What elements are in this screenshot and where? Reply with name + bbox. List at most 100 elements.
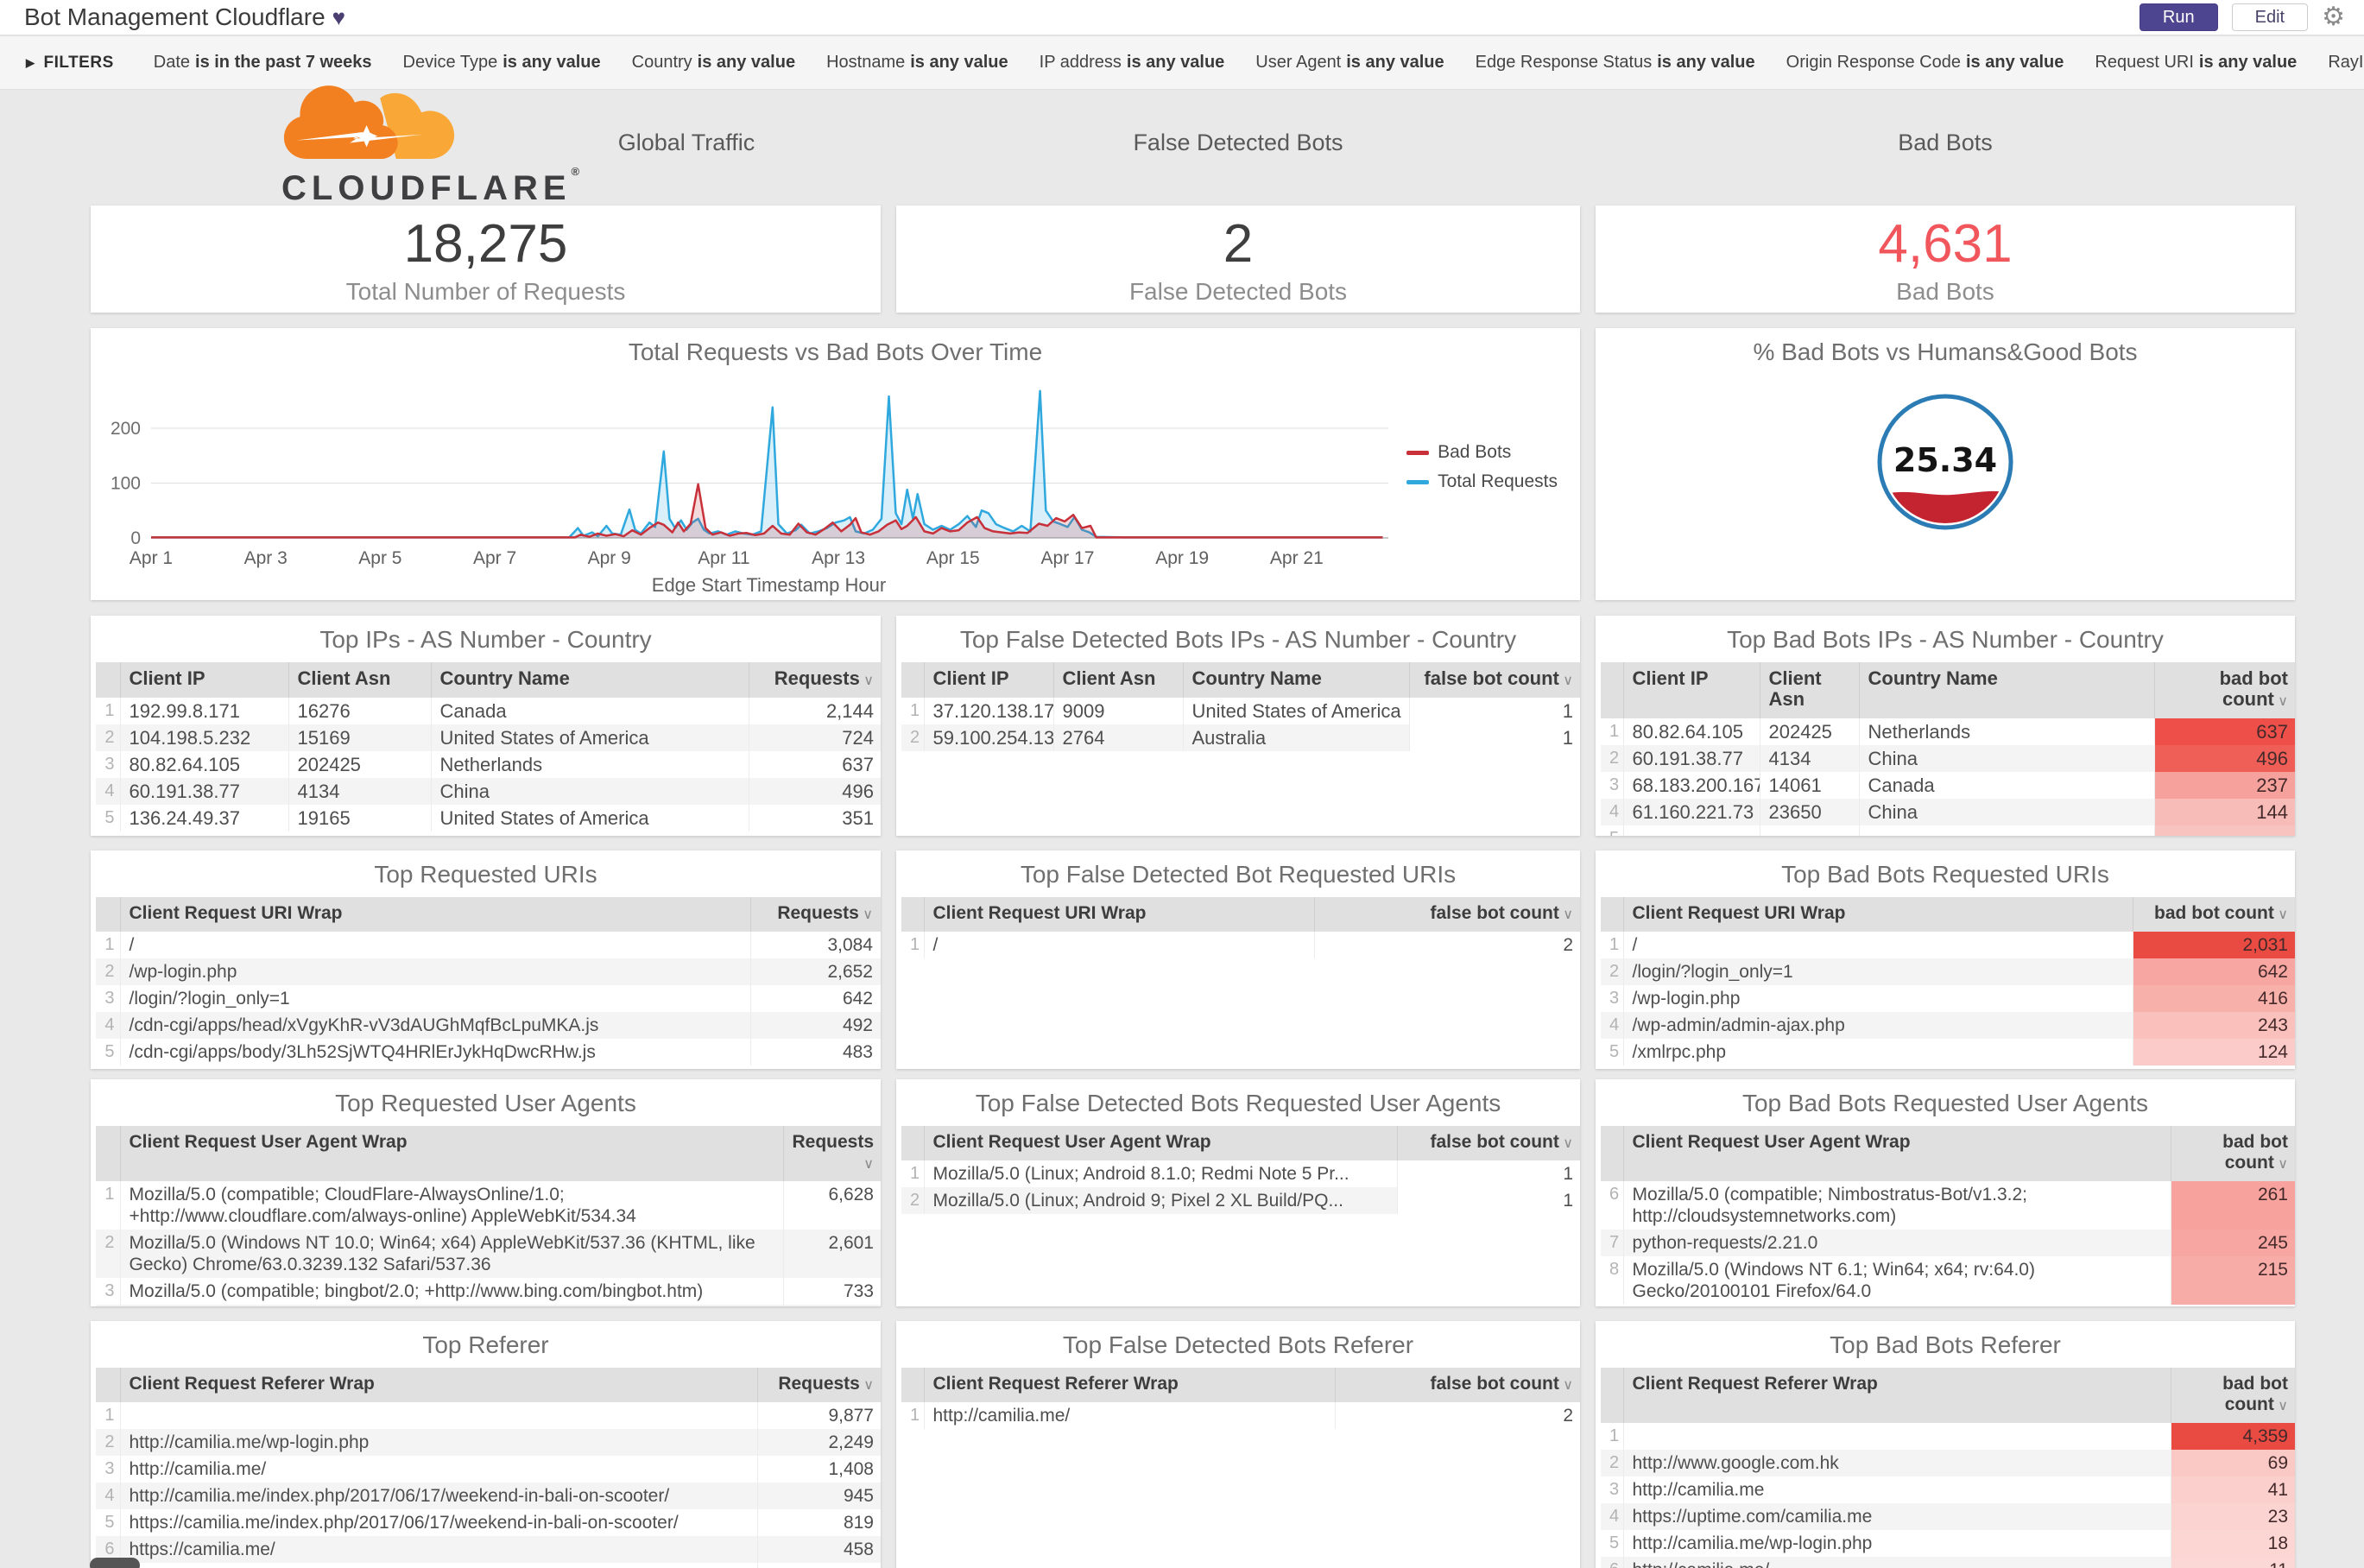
filter-item[interactable]: Date is in the past 7 weeks — [154, 53, 372, 73]
column-header-country-name[interactable]: Country Name — [1182, 662, 1409, 698]
svg-text:100: 100 — [111, 473, 141, 493]
table-row: 4/wp-admin/admin-ajax.php 243 — [1601, 1012, 2295, 1039]
svg-text:0: 0 — [130, 528, 141, 548]
column-header-client-request-referer-wrap[interactable]: Client Request Referer Wrap — [119, 1368, 757, 1402]
column-header-client-request-user-agent-wrap[interactable]: Client Request User Agent Wrap — [119, 1126, 783, 1181]
column-header-country-name[interactable]: Country Name — [430, 662, 749, 698]
column-header-client-asn[interactable]: Client Asn — [288, 662, 431, 698]
edit-button[interactable]: Edit — [2231, 3, 2309, 31]
gear-icon[interactable]: ⚙ — [2322, 4, 2345, 30]
table-row: 1 Mozilla/5.0 (Linux; Android 8.1.0; Redm… — [901, 1160, 1580, 1187]
column-header-client-request-user-agent-wrap[interactable]: Client Request User Agent Wrap — [1622, 1126, 2171, 1181]
row-number: 2 — [96, 958, 120, 985]
table-cell: 215 — [2170, 1256, 2295, 1305]
column-header-client-asn[interactable]: Client Asn — [1052, 662, 1183, 698]
column-header-client-ip[interactable]: Client IP — [923, 662, 1053, 698]
legend-item[interactable]: Total Requests — [1406, 471, 1558, 492]
column-header-requests[interactable]: Requests ∨ — [756, 1368, 881, 1402]
sort-caret-icon: ∨ — [863, 1157, 874, 1172]
line-chart-plot: 0 100 200 Apr 1 Apr 3 Apr 5 Apr 7 Apr 9 Apr 11 Ap… — [101, 373, 1397, 597]
table-cell: http://camilia.me/wp-login.php — [1622, 1530, 2171, 1557]
table-row: 1 Mozilla/5.0 (compatible; CloudFlare-Alw… — [96, 1181, 881, 1230]
table-cell: https://camilia.me/index.php/2017/06/17/… — [119, 1509, 757, 1536]
table-cell: 496 — [2153, 745, 2295, 772]
column-header-client-ip[interactable]: Client IP — [1622, 662, 1760, 718]
filter-item[interactable]: Device Type is any value — [403, 53, 601, 73]
table-cell: 458 — [756, 1536, 881, 1563]
filter-field: Device Type — [402, 53, 498, 72]
table-cell — [119, 1305, 783, 1306]
table-row: 1 80.82.64.105 202425 Netherlands 637 — [1601, 718, 2295, 745]
data-table: Client IP Client Asn Country Name Requests … — [96, 662, 881, 831]
svg-text:Apr 5: Apr 5 — [358, 548, 401, 568]
filter-item[interactable]: User Agent is any value — [1255, 53, 1444, 73]
filter-item[interactable]: RayIDis any value — [2328, 53, 2364, 73]
table-cell: Canada — [430, 698, 749, 724]
row-number: 4 — [1601, 799, 1623, 825]
column-header-client-asn[interactable]: Client Asn — [1759, 662, 1859, 718]
svg-text:Apr 15: Apr 15 — [926, 548, 980, 568]
table-cell: 68.183.200.167 — [1622, 772, 1760, 799]
column-header-bad-bot-count[interactable]: bad bot count ∨ — [2132, 897, 2295, 932]
filter-item[interactable]: IP address is any value — [1040, 53, 1225, 73]
table-row: 2 104.198.5.232 15169 United States of Amer… — [96, 724, 881, 751]
chart-total-vs-bad-bots: Total Requests vs Bad Bots Over Time 0 10… — [91, 328, 1580, 600]
filter-field: Hostname — [826, 53, 906, 72]
table-cell: China — [430, 778, 749, 805]
column-header-bad-bot-count[interactable]: bad bot count ∨ — [2170, 1126, 2295, 1181]
column-header-requests[interactable]: Requests ∨ — [782, 1126, 881, 1181]
horizontal-scrollbar-thumb[interactable] — [90, 1558, 140, 1568]
column-header-client-request-referer-wrap[interactable]: Client Request Referer Wrap — [1622, 1368, 2171, 1423]
column-header-false-bot-count[interactable]: false bot count ∨ — [1334, 1368, 1580, 1402]
table-cell: / — [1622, 932, 2133, 958]
kpi-total-requests-label: Total Number of Requests — [345, 277, 626, 305]
table-cell — [1622, 825, 1760, 836]
column-header-client-request-referer-wrap[interactable]: Client Request Referer Wrap — [923, 1368, 1335, 1402]
column-header-false-bot-count[interactable]: false bot count ∨ — [1396, 1126, 1580, 1160]
table-cell: http://camilia.me/index.php/2017/06/17/w… — [119, 1483, 757, 1509]
table-cell: 237 — [2153, 772, 2295, 799]
column-header-bad-bot-count[interactable]: bad bot count ∨ — [2153, 662, 2295, 718]
row-number: 4 — [96, 1305, 120, 1306]
column-header-requests[interactable]: Requests ∨ — [749, 897, 881, 932]
column-header-client-request-uri-wrap[interactable]: Client Request URI Wrap — [923, 897, 1314, 932]
filter-item[interactable]: Edge Response Status is any value — [1476, 53, 1755, 73]
filter-item[interactable]: Country is any value — [632, 53, 795, 73]
filters-expander[interactable]: ▶ FILTERS — [26, 54, 114, 73]
table-cell: 41 — [2170, 1476, 2295, 1503]
sort-caret-icon: ∨ — [2273, 1157, 2288, 1172]
column-header-false-bot-count[interactable]: false bot count ∨ — [1313, 897, 1580, 932]
table-row: 2 http://camilia.me/wp-login.php 2,249 — [96, 1429, 881, 1456]
table-cell: 14061 — [1759, 772, 1859, 799]
column-header-client-ip[interactable]: Client IP — [119, 662, 288, 698]
column-header-client-request-uri-wrap[interactable]: Client Request URI Wrap — [119, 897, 750, 932]
table-cell: 1 — [1396, 1160, 1580, 1187]
table-title: Top Requested User Agents — [335, 1090, 636, 1116]
legend-item[interactable]: Bad Bots — [1406, 442, 1558, 463]
table-cell: /login/?login_only=1 — [1622, 958, 2133, 985]
filter-field: Country — [631, 53, 692, 72]
kpi-bad-bots-label: Bad Bots — [1896, 277, 1994, 305]
column-header-country-name[interactable]: Country Name — [1858, 662, 2154, 718]
table-row: 3 Mozilla/5.0 (compatible; bingbot/2.0; +… — [96, 1278, 881, 1305]
sort-caret-icon: ∨ — [859, 673, 874, 688]
row-number-header — [1601, 897, 1623, 932]
run-button[interactable]: Run — [2139, 3, 2218, 31]
column-header-client-request-uri-wrap[interactable]: Client Request URI Wrap — [1622, 897, 2133, 932]
filter-field: RayID — [2328, 53, 2364, 72]
table-cell: / — [119, 932, 750, 958]
svg-text:Apr 9: Apr 9 — [588, 548, 631, 568]
column-header-requests[interactable]: Requests ∨ — [748, 662, 881, 698]
table-row: 2/wp-login.php 2,652 — [96, 958, 881, 985]
column-header-false-bot-count[interactable]: false bot count ∨ — [1408, 662, 1580, 698]
column-header-client-request-user-agent-wrap[interactable]: Client Request User Agent Wrap — [923, 1126, 1397, 1160]
filter-item[interactable]: Request URI is any value — [2095, 53, 2297, 73]
table-cell: 4134 — [1759, 745, 1859, 772]
table-cell: 2,249 — [756, 1429, 881, 1456]
filter-item[interactable]: Hostname is any value — [826, 53, 1008, 73]
filter-item[interactable]: Origin Response Code is any value — [1786, 53, 2064, 73]
table-cell: Mozilla/5.0 (Windows NT 10.0; Win64; x64… — [119, 1230, 783, 1278]
table-row: 4 61.160.221.73 23650 China 144 — [1601, 799, 2295, 825]
column-header-bad-bot-count[interactable]: bad bot count ∨ — [2170, 1368, 2295, 1423]
expander-triangle-icon: ▶ — [26, 55, 35, 69]
